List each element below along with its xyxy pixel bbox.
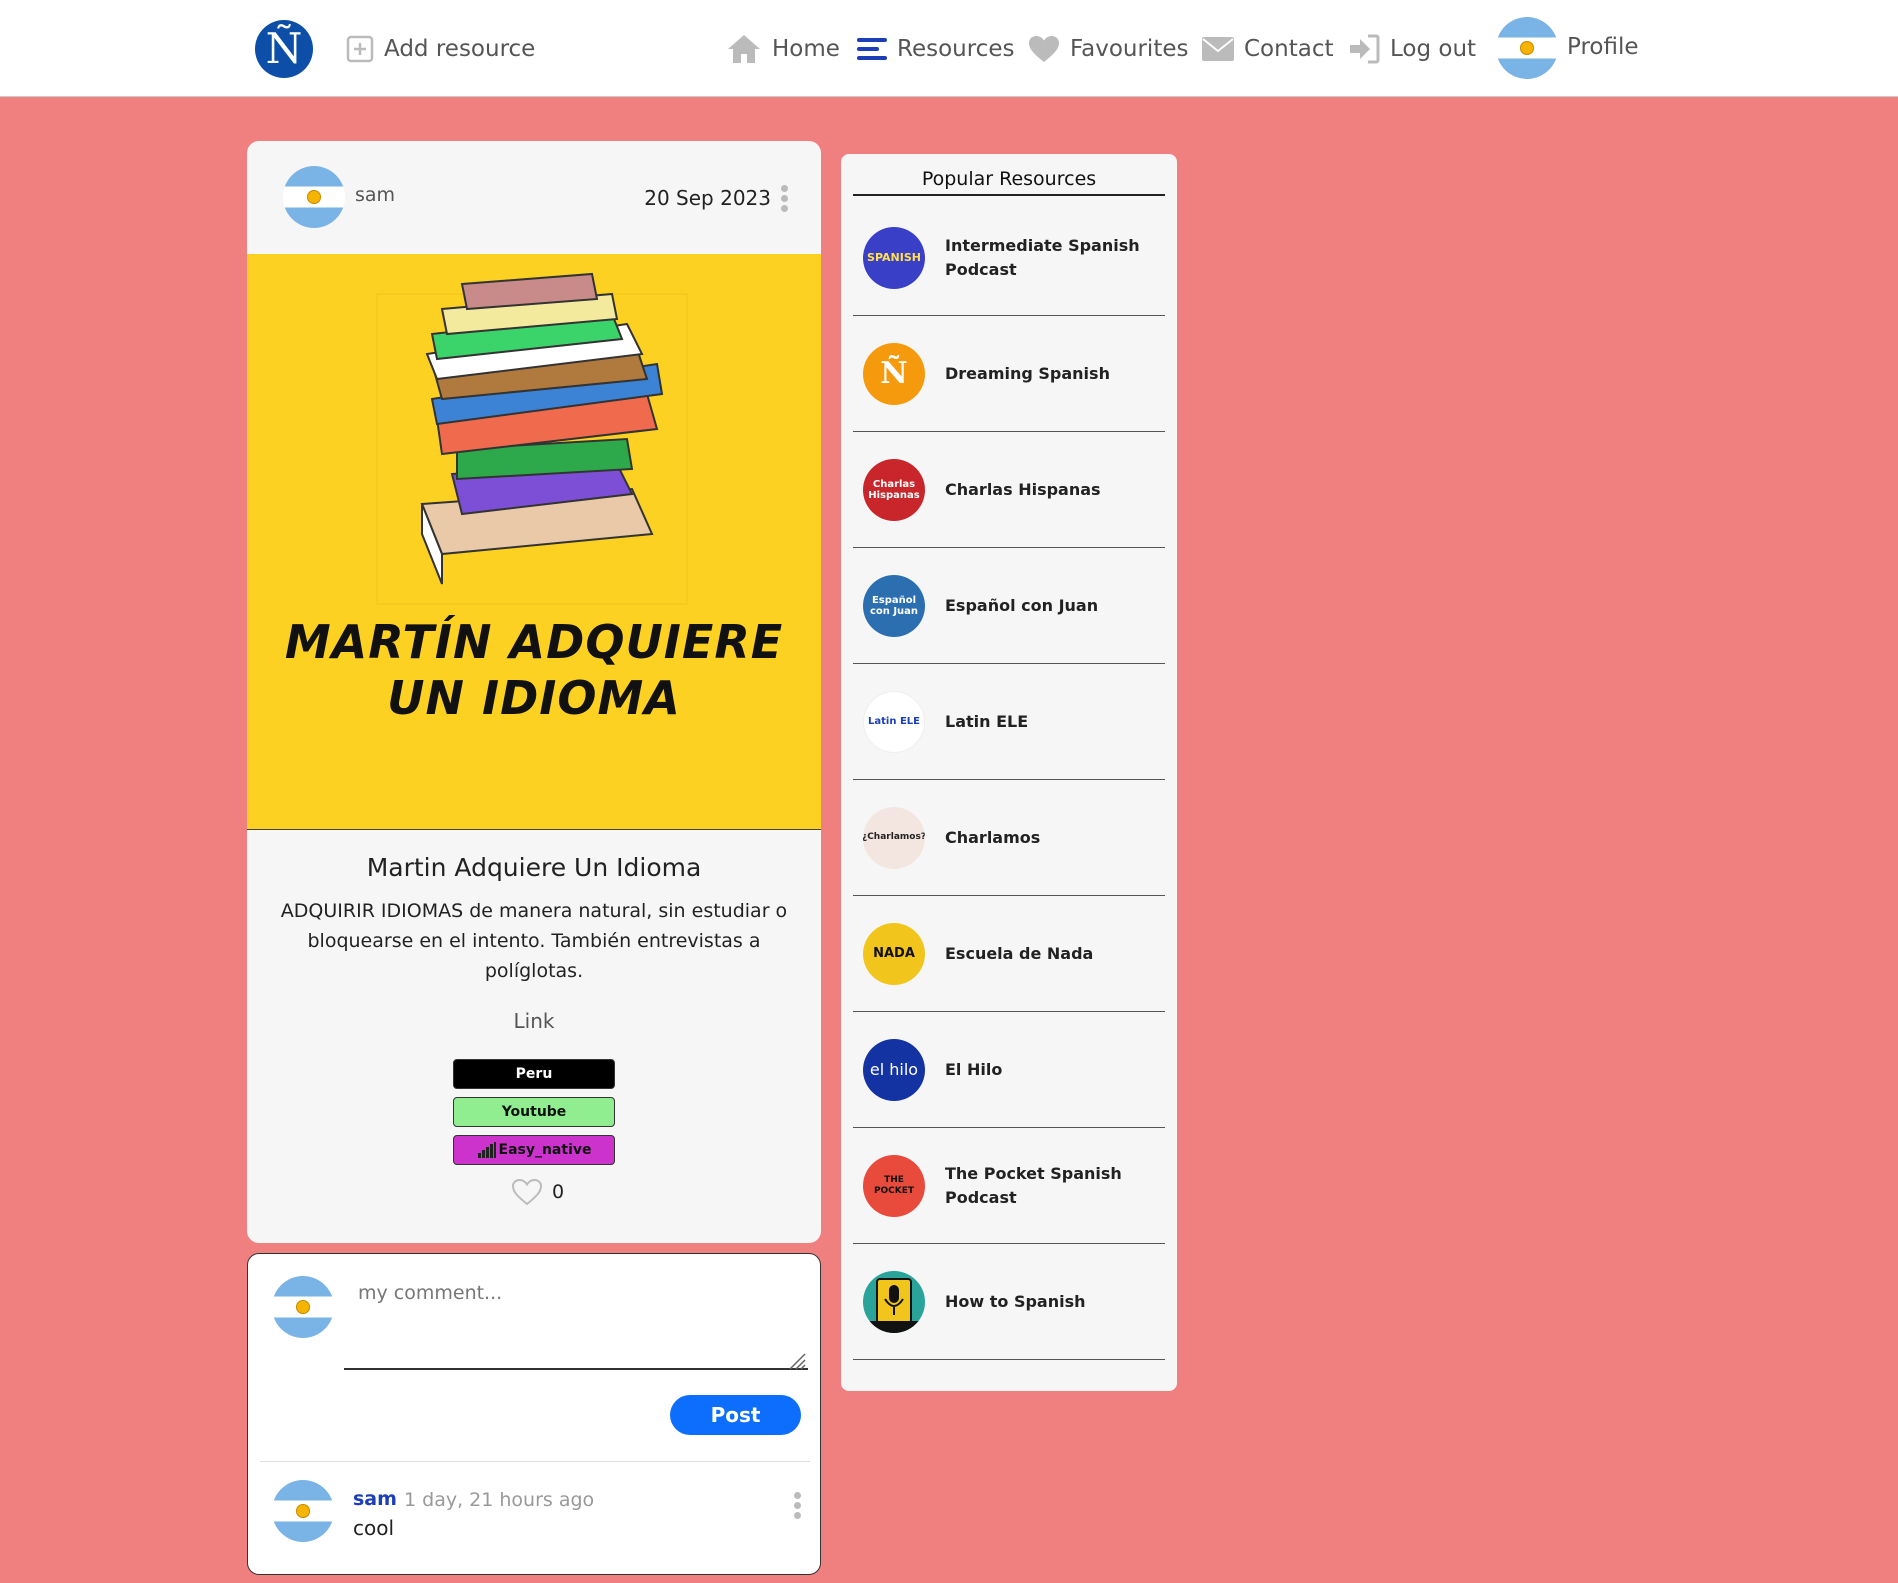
- nav-profile-label: Profile: [1567, 34, 1639, 60]
- microphone-icon: [863, 1277, 925, 1333]
- comment-text: cool: [353, 1516, 395, 1540]
- resource-link[interactable]: Link: [247, 1009, 821, 1033]
- plus-square-icon: [346, 35, 374, 63]
- resource-name: Escuela de Nada: [945, 943, 1094, 963]
- popular-resource-item[interactable]: Español con Juan Español con Juan: [853, 548, 1165, 664]
- nav-resources-label: Resources: [897, 36, 1015, 62]
- popular-resources-panel: Popular Resources SPANISH Intermediate S…: [841, 154, 1177, 1391]
- nav-favourites[interactable]: Favourites: [1028, 28, 1188, 70]
- nav-home[interactable]: Home: [726, 28, 840, 70]
- nav-logout[interactable]: Log out: [1348, 28, 1476, 70]
- resource-name: Dreaming Spanish: [945, 363, 1110, 383]
- cover-title-line2: UN IDIOMA: [387, 671, 681, 725]
- resource-image: MARTÍN ADQUIERE UN IDIOMA: [247, 254, 821, 830]
- cover-title: MARTÍN ADQUIERE UN IDIOMA: [247, 614, 821, 726]
- popular-resource-item[interactable]: Ñ Dreaming Spanish: [853, 316, 1165, 432]
- resource-thumbnail: el hilo: [863, 1038, 925, 1101]
- menu-lines-icon: [857, 36, 887, 62]
- author-avatar[interactable]: [283, 166, 345, 228]
- books-stack-illustration: [376, 272, 688, 605]
- nav-profile[interactable]: Profile: [1567, 26, 1639, 68]
- resource-thumbnail: Latin ELE: [863, 690, 925, 753]
- navbar: Ñ Add resource Home Resources Favourites…: [0, 0, 1898, 97]
- envelope-icon: [1202, 37, 1234, 61]
- popular-resource-item[interactable]: NADA Escuela de Nada: [853, 896, 1165, 1012]
- signal-bars-icon: [477, 1142, 497, 1158]
- popular-resource-item[interactable]: THE POCKET The Pocket Spanish Podcast: [853, 1128, 1165, 1244]
- popular-resource-item[interactable]: el hilo El Hilo: [853, 1012, 1165, 1128]
- resource-thumbnail: THE POCKET: [863, 1154, 925, 1217]
- popular-resources-title: Popular Resources: [853, 168, 1165, 196]
- nav-home-label: Home: [772, 36, 840, 62]
- post-date: 20 Sep 2023: [644, 186, 771, 210]
- profile-avatar[interactable]: [1496, 17, 1558, 79]
- resource-thumbnail: Charlas Hispanas: [863, 458, 925, 521]
- popular-resource-item[interactable]: Latin ELE Latin ELE: [853, 664, 1165, 780]
- like-count: 0: [552, 1181, 565, 1203]
- resource-name: Charlas Hispanas: [945, 479, 1101, 499]
- resource-name: The Pocket Spanish Podcast: [945, 1163, 1122, 1207]
- nav-favourites-label: Favourites: [1070, 36, 1189, 62]
- nav-contact-label: Contact: [1244, 36, 1334, 62]
- current-user-avatar: [272, 1276, 334, 1338]
- resource-thumbnail: [863, 1270, 925, 1333]
- resource-name: Latin ELE: [945, 711, 1029, 731]
- resource-thumbnail: SPANISH: [863, 226, 925, 289]
- comment-input[interactable]: [344, 1270, 808, 1370]
- resource-thumbnail: ¿Charlamos?: [863, 806, 925, 869]
- tag-level[interactable]: Easy_native: [453, 1135, 615, 1165]
- comment-avatar[interactable]: [272, 1480, 334, 1542]
- author-name[interactable]: sam: [355, 184, 395, 206]
- resource-thumbnail: Ñ: [863, 342, 925, 405]
- brand-logo[interactable]: Ñ: [255, 20, 313, 78]
- tag-platform[interactable]: Youtube: [453, 1097, 615, 1127]
- popular-resource-item[interactable]: How to Spanish: [853, 1244, 1165, 1360]
- post-comment-button[interactable]: Post: [670, 1395, 801, 1435]
- nav-contact[interactable]: Contact: [1202, 28, 1333, 70]
- resource-name: Intermediate Spanish Podcast: [945, 235, 1140, 279]
- nav-add-resource[interactable]: Add resource: [346, 28, 535, 70]
- popular-resource-item[interactable]: ¿Charlamos? Charlamos: [853, 780, 1165, 896]
- popular-resource-item[interactable]: Charlas Hispanas Charlas Hispanas: [853, 432, 1165, 548]
- nav-resources[interactable]: Resources: [857, 28, 1014, 70]
- divider: [260, 1461, 810, 1462]
- resize-grip-icon[interactable]: [788, 1352, 806, 1370]
- nav-logout-label: Log out: [1390, 36, 1477, 62]
- sign-in-icon: [1348, 34, 1380, 64]
- comments-section: Post sam 1 day, 21 hours ago cool: [247, 1253, 821, 1575]
- like-heart-icon[interactable]: [511, 1178, 543, 1210]
- comment-options-icon[interactable]: [794, 1492, 802, 1519]
- nav-add-resource-label: Add resource: [384, 36, 536, 62]
- post-options-icon[interactable]: [781, 185, 789, 212]
- comment-timestamp: 1 day, 21 hours ago: [404, 1489, 595, 1511]
- tag-country[interactable]: Peru: [453, 1059, 615, 1089]
- tag-level-label: Easy_native: [498, 1142, 592, 1158]
- home-icon: [726, 33, 762, 65]
- resource-title: Martin Adquiere Un Idioma: [366, 853, 702, 882]
- resource-name: How to Spanish: [945, 1291, 1086, 1311]
- resource-card: sam 20 Sep 2023 MARTÍN ADQUIERE UN IDIOM…: [247, 141, 821, 1243]
- popular-resource-item[interactable]: SPANISH Intermediate Spanish Podcast: [853, 200, 1165, 316]
- cover-title-line1: MARTÍN ADQUIERE: [284, 615, 784, 669]
- comment-author[interactable]: sam: [353, 1488, 397, 1510]
- resource-description: ADQUIRIR IDIOMAS de manera natural, sin …: [280, 900, 788, 982]
- resource-name: Español con Juan: [945, 595, 1099, 615]
- resource-name: El Hilo: [945, 1059, 1003, 1079]
- resource-thumbnail: Español con Juan: [863, 574, 925, 637]
- resource-thumbnail: NADA: [863, 922, 925, 985]
- heart-icon: [1028, 35, 1060, 63]
- resource-name: Charlamos: [945, 827, 1041, 847]
